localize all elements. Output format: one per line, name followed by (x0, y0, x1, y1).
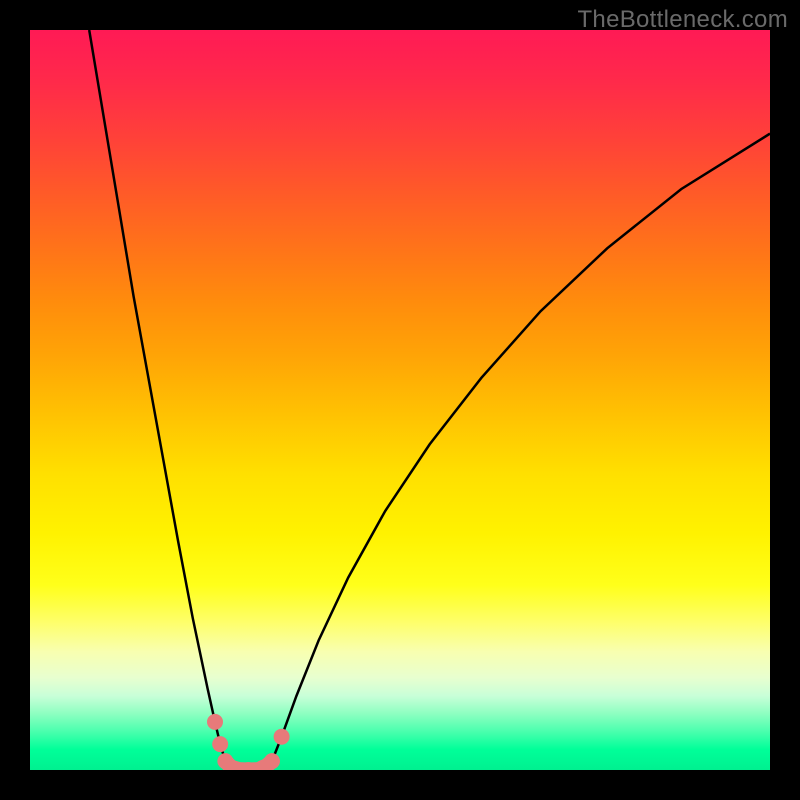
right-curve (272, 134, 770, 762)
data-dot (212, 736, 228, 752)
data-dot (207, 714, 223, 730)
left-curve (89, 30, 225, 761)
bottleneck-curve-chart (30, 30, 770, 770)
data-dot (264, 753, 280, 769)
data-dot (274, 729, 290, 745)
data-dots (207, 714, 290, 770)
